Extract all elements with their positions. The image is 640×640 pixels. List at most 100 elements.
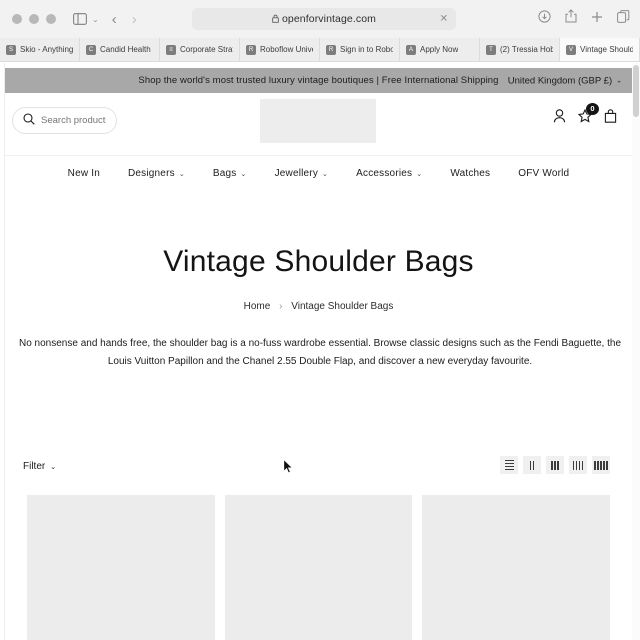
- view-mode-bar: [575, 460, 578, 470]
- nav-item-new-in[interactable]: New In: [68, 168, 100, 179]
- shopping-bag-icon[interactable]: [604, 109, 617, 128]
- nav-item-label: Jewellery: [274, 168, 319, 179]
- search-box[interactable]: [12, 107, 117, 134]
- bookmark-label: Apply Now: [420, 45, 459, 54]
- chevron-down-icon: ⌄: [616, 77, 622, 85]
- view-mode-bar: [557, 460, 559, 470]
- wishlist-count-badge: 0: [586, 103, 599, 115]
- bookmark-label: Roboflow Univer...: [260, 45, 313, 54]
- new-tab-icon[interactable]: [591, 10, 603, 28]
- bookmark-item[interactable]: R Roboflow Univer...: [240, 38, 320, 61]
- product-card-placeholder[interactable]: [224, 495, 413, 640]
- bookmark-label: Corporate Strat...: [180, 45, 233, 54]
- favicon-icon: A: [406, 44, 416, 55]
- breadcrumb: Home › Vintage Shoulder Bags: [0, 301, 637, 312]
- nav-item-designers[interactable]: Designers ⌄: [128, 168, 185, 179]
- chevron-down-icon: ⌄: [178, 170, 185, 178]
- bookmark-label: (2) Tressia Hob...: [500, 45, 553, 54]
- window-controls[interactable]: [12, 14, 56, 24]
- view-mode-bar: [578, 460, 581, 470]
- product-card-placeholder[interactable]: [422, 495, 611, 640]
- nav-item-label: OFV World: [518, 168, 570, 179]
- site-logo[interactable]: [260, 99, 376, 143]
- main-navigation: New In Designers ⌄ Bags ⌄ Jewellery ⌄ Accessori…: [5, 156, 632, 191]
- share-icon[interactable]: [565, 9, 577, 28]
- maximize-window-button[interactable]: [46, 14, 56, 24]
- product-card-placeholder[interactable]: [27, 495, 215, 640]
- search-input[interactable]: [41, 115, 106, 126]
- view-mode-5-column[interactable]: [592, 456, 610, 474]
- forward-button[interactable]: ›: [132, 11, 137, 28]
- collection-description: No nonsense and hands free, the shoulder…: [18, 338, 622, 367]
- nav-item-label: Accessories: [356, 168, 413, 179]
- bookmark-item[interactable]: A Apply Now: [400, 38, 480, 61]
- nav-item-label: Designers: [127, 168, 175, 179]
- view-mode-3-column[interactable]: [546, 456, 564, 474]
- favicon-icon: R: [326, 44, 336, 55]
- bookmark-item[interactable]: T (2) Tressia Hob...: [480, 38, 560, 61]
- nav-item-label: Watches: [450, 168, 491, 179]
- wishlist-button[interactable]: 0: [577, 103, 599, 128]
- bookmark-label: Skio - Anything: [20, 45, 73, 54]
- lock-icon: [272, 14, 279, 25]
- chevron-down-icon: ⌄: [50, 463, 57, 471]
- view-mode-toggles: [500, 456, 610, 474]
- bookmark-item[interactable]: R Sign in to Robofl...: [320, 38, 400, 61]
- view-mode-bar: [532, 460, 535, 470]
- page-scrollbar[interactable]: [632, 63, 640, 640]
- bookmark-item[interactable]: ≡ Corporate Strat...: [160, 38, 240, 61]
- announcement-text: Shop the world's most trusted luxury vin…: [138, 75, 499, 86]
- chevron-down-icon: ⌄: [416, 170, 423, 178]
- filter-label: Filter: [23, 461, 46, 472]
- bookmark-item[interactable]: S Skio - Anything: [0, 38, 80, 61]
- downloads-icon[interactable]: [538, 9, 551, 28]
- favicon-icon: C: [86, 44, 96, 55]
- nav-item-ofv-world[interactable]: OFV World: [518, 168, 569, 179]
- view-mode-bar: [504, 468, 514, 471]
- clear-url-button[interactable]: ✕: [440, 14, 448, 25]
- breadcrumb-separator: ›: [279, 301, 283, 312]
- view-mode-4-column[interactable]: [569, 456, 587, 474]
- browser-actions: [538, 9, 630, 28]
- region-currency-selector[interactable]: United Kingdom (GBP £) ⌄: [508, 75, 622, 86]
- view-mode-bar: [603, 460, 605, 470]
- page-title: Vintage Shoulder Bags: [163, 245, 474, 278]
- browser-toolbar: ⌄ ‹ › openforvintage.com ✕: [0, 0, 640, 38]
- close-window-button[interactable]: [12, 14, 22, 24]
- bookmark-item[interactable]: C Candid Health O...: [80, 38, 160, 61]
- nav-item-watches[interactable]: Watches: [450, 168, 490, 179]
- view-mode-bar: [572, 460, 575, 470]
- favicon-icon: ≡: [166, 44, 176, 55]
- product-grid: [5, 495, 632, 640]
- scrollbar-thumb[interactable]: [633, 65, 639, 117]
- breadcrumb-current: Vintage Shoulder Bags: [291, 301, 394, 312]
- search-icon: [23, 112, 35, 130]
- view-mode-bar: [600, 460, 602, 470]
- nav-item-bags[interactable]: Bags ⌄: [213, 168, 247, 179]
- filter-toolbar: Filter ⌄: [5, 451, 632, 493]
- view-mode-bar: [504, 465, 514, 468]
- page-content: Shop the world's most trusted luxury vin…: [0, 63, 640, 640]
- tab-overview-icon[interactable]: [617, 9, 630, 28]
- sidebar-toggle-icon[interactable]: [73, 13, 87, 25]
- address-bar[interactable]: openforvintage.com ✕: [192, 8, 456, 30]
- favicon-icon: V: [566, 44, 576, 55]
- back-button[interactable]: ‹: [112, 11, 117, 28]
- account-icon[interactable]: [553, 109, 566, 128]
- bookmark-item[interactable]: V Vintage Should...: [560, 38, 640, 61]
- announcement-bar: Shop the world's most trusted luxury vin…: [5, 68, 632, 93]
- filter-button[interactable]: Filter ⌄: [23, 461, 56, 472]
- nav-item-jewellery[interactable]: Jewellery ⌄: [275, 168, 329, 179]
- view-mode-2-column[interactable]: [523, 456, 541, 474]
- view-mode-bar: [554, 460, 556, 470]
- bookmark-label: Vintage Should...: [580, 45, 633, 54]
- chevron-down-icon[interactable]: ⌄: [92, 15, 99, 24]
- minimize-window-button[interactable]: [29, 14, 39, 24]
- nav-item-label: Bags: [212, 168, 237, 179]
- url-text: openforvintage.com: [281, 13, 377, 25]
- nav-item-accessories[interactable]: Accessories ⌄: [356, 168, 422, 179]
- view-mode-list[interactable]: [500, 456, 518, 474]
- bookmarks-bar: S Skio - Anything C Candid Health O... ≡ Corp…: [0, 38, 640, 62]
- breadcrumb-home-link[interactable]: Home: [244, 301, 271, 312]
- region-label: United Kingdom (GBP £): [507, 75, 613, 86]
